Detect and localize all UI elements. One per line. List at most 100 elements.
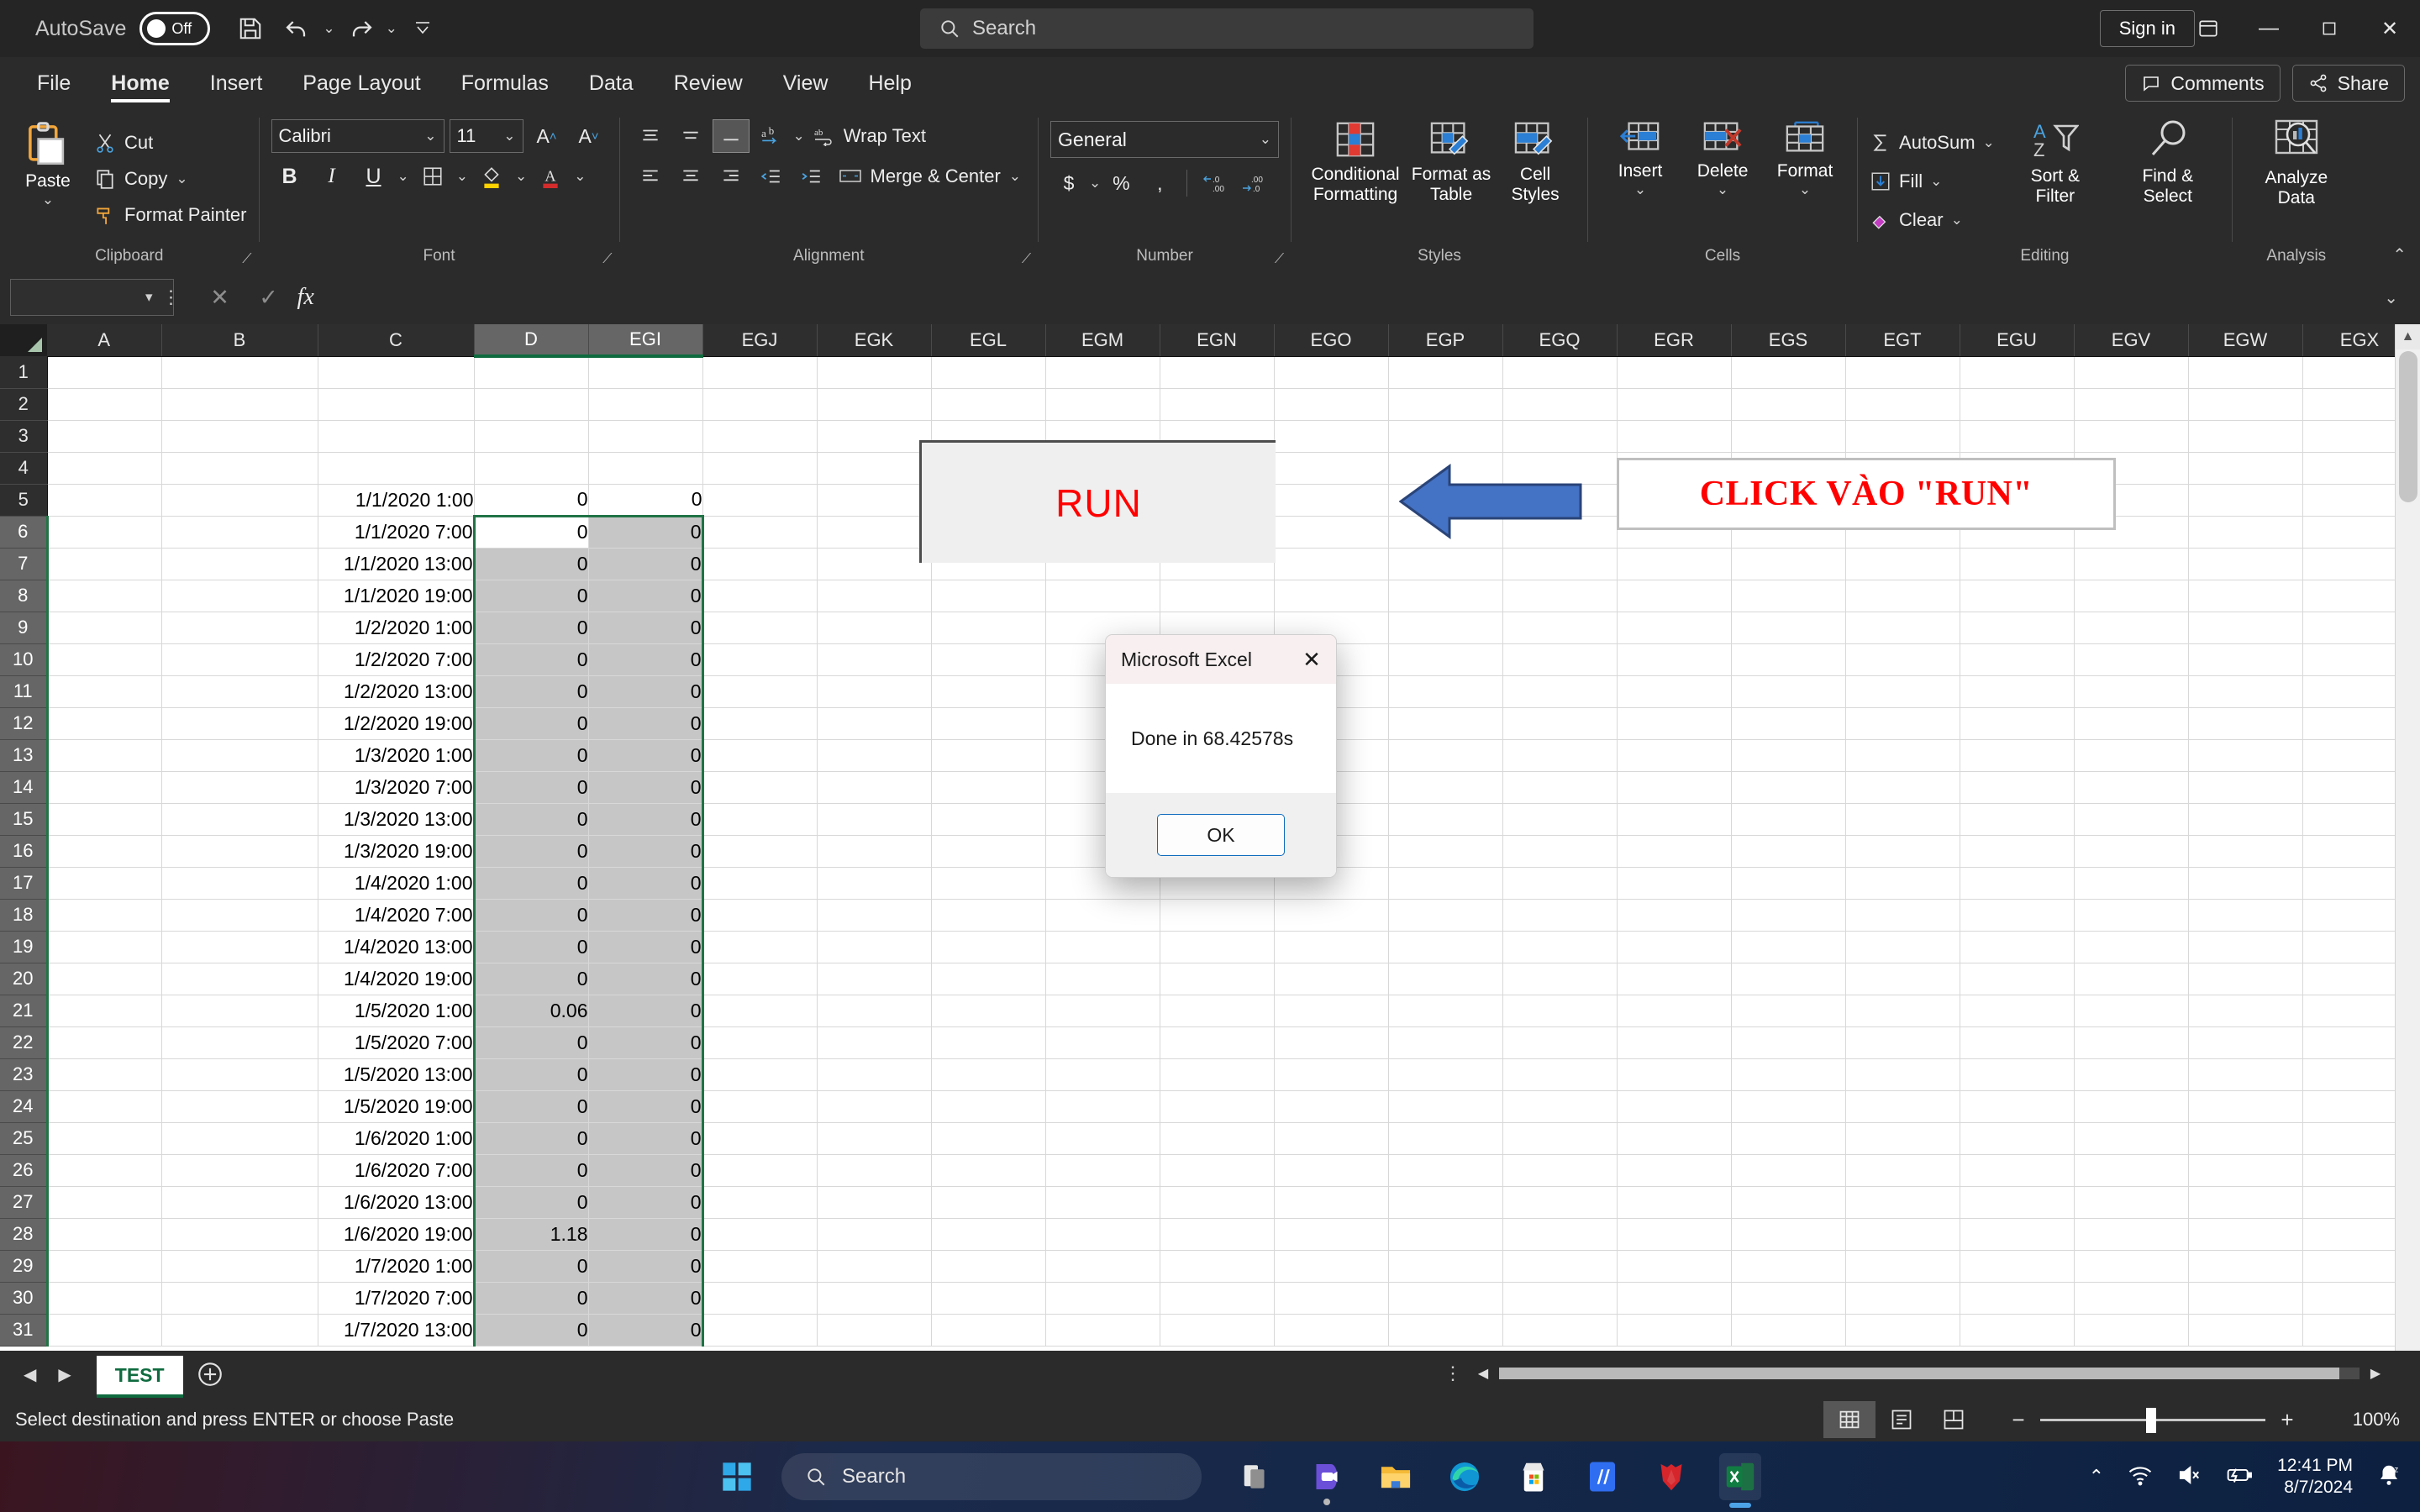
cell-EGI22[interactable]: 0 bbox=[588, 1026, 704, 1059]
cell-EGS20[interactable] bbox=[1731, 963, 1846, 995]
decrease-decimal-button[interactable]: .00 .0 bbox=[1234, 166, 1271, 200]
cell-EGN29[interactable] bbox=[1160, 1250, 1275, 1283]
cell-EGT11[interactable] bbox=[1845, 675, 1960, 708]
cell-A6[interactable] bbox=[47, 516, 162, 549]
cell-EGW9[interactable] bbox=[2188, 612, 2303, 644]
insert-chevron-down-icon[interactable]: ⌄ bbox=[1634, 181, 1646, 198]
cut-button[interactable]: Cut bbox=[94, 128, 247, 158]
cell-A31[interactable] bbox=[47, 1314, 162, 1347]
cell-EGM26[interactable] bbox=[1045, 1154, 1160, 1187]
cell-EGU31[interactable] bbox=[1960, 1314, 2075, 1347]
cell-EGO8[interactable] bbox=[1274, 580, 1389, 612]
next-sheet-icon[interactable]: ▶ bbox=[58, 1364, 71, 1385]
cell-C10[interactable]: 1/2/2020 7:00 bbox=[318, 643, 475, 676]
row-header-11[interactable]: 11 bbox=[0, 675, 49, 708]
cell-EGJ14[interactable] bbox=[702, 771, 818, 804]
cell-EGK24[interactable] bbox=[817, 1090, 932, 1123]
sheet-tab-split-handle[interactable]: ⋮ bbox=[1444, 1362, 1462, 1384]
cell-EGT9[interactable] bbox=[1845, 612, 1960, 644]
cell-EGU30[interactable] bbox=[1960, 1282, 2075, 1315]
cell-EGR22[interactable] bbox=[1617, 1026, 1732, 1059]
cell-D6[interactable]: 0 bbox=[472, 514, 589, 549]
font-color-chevron-down-icon[interactable]: ⌄ bbox=[574, 168, 586, 185]
cell-C16[interactable]: 1/3/2020 19:00 bbox=[318, 835, 475, 868]
cell-EGP31[interactable] bbox=[1388, 1314, 1503, 1347]
cell-EGL30[interactable] bbox=[931, 1282, 1046, 1315]
cell-EGW11[interactable] bbox=[2188, 675, 2303, 708]
cell-EGS23[interactable] bbox=[1731, 1058, 1846, 1091]
cell-EGJ13[interactable] bbox=[702, 739, 818, 772]
ok-button[interactable]: OK bbox=[1157, 814, 1285, 856]
cell-A24[interactable] bbox=[47, 1090, 162, 1123]
start-icon[interactable] bbox=[713, 1460, 761, 1494]
row-header-6[interactable]: 6 bbox=[0, 516, 49, 549]
cell-A11[interactable] bbox=[47, 675, 162, 708]
cell-EGJ31[interactable] bbox=[702, 1314, 818, 1347]
cell-EGM20[interactable] bbox=[1045, 963, 1160, 995]
cell-EGV10[interactable] bbox=[2074, 643, 2189, 676]
cell-C17[interactable]: 1/4/2020 1:00 bbox=[318, 867, 475, 900]
cell-B13[interactable] bbox=[161, 739, 318, 772]
cell-EGT17[interactable] bbox=[1845, 867, 1960, 900]
cell-EGN27[interactable] bbox=[1160, 1186, 1275, 1219]
cell-EGU2[interactable] bbox=[1960, 388, 2075, 421]
scroll-right-icon[interactable]: ▶ bbox=[2363, 1365, 2388, 1382]
cell-EGJ4[interactable] bbox=[702, 452, 818, 485]
cell-EGW16[interactable] bbox=[2188, 835, 2303, 868]
cell-EGQ30[interactable] bbox=[1502, 1282, 1618, 1315]
cell-EGS30[interactable] bbox=[1731, 1282, 1846, 1315]
cell-EGS21[interactable] bbox=[1731, 995, 1846, 1027]
cell-B27[interactable] bbox=[161, 1186, 318, 1219]
cell-D11[interactable]: 0 bbox=[472, 675, 589, 708]
cell-A4[interactable] bbox=[47, 452, 162, 485]
row-header-16[interactable]: 16 bbox=[0, 835, 49, 868]
cell-EGK31[interactable] bbox=[817, 1314, 932, 1347]
cell-EGO26[interactable] bbox=[1274, 1154, 1389, 1187]
tab-page-layout[interactable]: Page Layout bbox=[282, 57, 440, 109]
column-header-EGV[interactable]: EGV bbox=[2074, 324, 2189, 357]
cell-EGW2[interactable] bbox=[2188, 388, 2303, 421]
cell-EGJ5[interactable] bbox=[702, 484, 818, 517]
cell-B23[interactable] bbox=[161, 1058, 318, 1091]
cell-C4[interactable] bbox=[318, 452, 475, 485]
cell-EGJ9[interactable] bbox=[702, 612, 818, 644]
cell-EGN19[interactable] bbox=[1160, 931, 1275, 963]
cell-EGV2[interactable] bbox=[2074, 388, 2189, 421]
cell-EGW20[interactable] bbox=[2188, 963, 2303, 995]
cell-C3[interactable] bbox=[318, 420, 475, 453]
cell-EGN28[interactable] bbox=[1160, 1218, 1275, 1251]
previous-sheet-icon[interactable]: ◀ bbox=[24, 1364, 36, 1385]
cell-EGU27[interactable] bbox=[1960, 1186, 2075, 1219]
customize-quick-access-icon[interactable] bbox=[401, 7, 445, 50]
underline-button[interactable]: U bbox=[355, 160, 392, 193]
cell-C25[interactable]: 1/6/2020 1:00 bbox=[318, 1122, 475, 1155]
cell-B3[interactable] bbox=[161, 420, 318, 453]
cell-EGQ15[interactable] bbox=[1502, 803, 1618, 836]
column-header-EGS[interactable]: EGS bbox=[1731, 324, 1846, 357]
instruction-callout[interactable]: CLICK VÀO "RUN" bbox=[1617, 458, 2116, 530]
cell-EGJ22[interactable] bbox=[702, 1026, 818, 1059]
cell-EGR20[interactable] bbox=[1617, 963, 1732, 995]
restore-button[interactable] bbox=[2299, 0, 2360, 57]
cell-EGV15[interactable] bbox=[2074, 803, 2189, 836]
cell-D15[interactable]: 0 bbox=[472, 803, 589, 836]
row-header-21[interactable]: 21 bbox=[0, 995, 49, 1027]
cell-C5[interactable]: 1/1/2020 1:00 bbox=[318, 484, 475, 517]
cell-EGT16[interactable] bbox=[1845, 835, 1960, 868]
cell-EGO30[interactable] bbox=[1274, 1282, 1389, 1315]
cell-EGO1[interactable] bbox=[1274, 356, 1389, 389]
cell-EGU7[interactable] bbox=[1960, 548, 2075, 580]
insert-cells-button[interactable]: Insert ⌄ bbox=[1600, 116, 1681, 242]
cell-A18[interactable] bbox=[47, 899, 162, 932]
cell-EGN2[interactable] bbox=[1160, 388, 1275, 421]
teams-icon[interactable] bbox=[1306, 1453, 1348, 1505]
row-header-18[interactable]: 18 bbox=[0, 899, 49, 932]
cell-EGI16[interactable]: 0 bbox=[588, 835, 704, 868]
wrap-text-button[interactable]: ab Wrap Text bbox=[808, 119, 931, 153]
cell-B21[interactable] bbox=[161, 995, 318, 1027]
cell-EGV28[interactable] bbox=[2074, 1218, 2189, 1251]
cell-EGW8[interactable] bbox=[2188, 580, 2303, 612]
cell-C6[interactable]: 1/1/2020 7:00 bbox=[318, 516, 475, 549]
cell-EGV7[interactable] bbox=[2074, 548, 2189, 580]
cell-EGP3[interactable] bbox=[1388, 420, 1503, 453]
